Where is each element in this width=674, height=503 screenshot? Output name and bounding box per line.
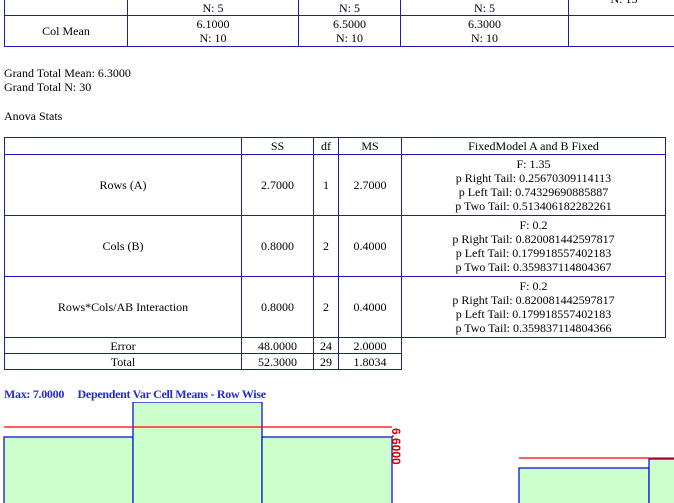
cell-means-table: N: 5 N: 5 N: 5 N: 15 Col Mean 6.1000 N: …	[4, 0, 674, 47]
col-mean-value: 6.1000	[196, 17, 230, 31]
ms-value: 1.8034	[338, 353, 402, 370]
row-label: Rows*Cols/AB Interaction	[4, 276, 242, 338]
bar-1	[3, 436, 134, 503]
df-value: 24	[313, 337, 339, 354]
cell-means-chart: 6.6000	[3, 402, 674, 503]
n-cell: N: 15	[568, 0, 674, 16]
col-mean-row: Col Mean 6.1000 N: 10 6.5000 N: 10 6.300…	[4, 15, 674, 47]
anova-table: SS df MS FixedModel A and B Fixed Rows (…	[4, 137, 666, 370]
reference-value-label: 6.6000	[389, 428, 403, 465]
df-value: 1	[313, 154, 339, 216]
bar-3	[261, 436, 393, 503]
col-mean-label: Col Mean	[4, 15, 128, 47]
ms-header: MS	[338, 137, 402, 155]
col-mean-cell: 6.1000 N: 10	[127, 15, 299, 47]
df-value: 29	[313, 353, 339, 370]
bar-5	[648, 458, 674, 503]
p-two-tail: p Two Tail: 0.359837114804367	[455, 260, 612, 275]
df-value: 2	[313, 215, 339, 277]
row-label: Rows (A)	[4, 154, 242, 216]
n-row: N: 5 N: 5 N: 5 N: 15	[4, 0, 674, 16]
anova-row-interaction: Rows*Cols/AB Interaction 0.8000 2 0.4000…	[4, 276, 666, 338]
p-right-tail: p Right Tail: 0.820081442597817	[452, 231, 615, 246]
ms-value: 0.4000	[338, 215, 402, 277]
row-label: Error	[4, 337, 242, 354]
ms-value: 2.0000	[338, 337, 402, 354]
empty-cell	[402, 354, 666, 370]
model-header: FixedModel A and B Fixed	[401, 137, 666, 155]
col-mean-value: 6.5000	[333, 17, 366, 31]
chart-max-label: Max: 7.0000	[4, 387, 65, 401]
p-left-tail: p Left Tail: 0.179918557402183	[455, 307, 612, 321]
empty-header	[4, 137, 242, 155]
ss-value: 48.0000	[241, 337, 314, 354]
p-values: F: 0.2 p Right Tail: 0.820081442597817 p…	[401, 276, 666, 338]
chart-header: Max: 7.0000 Dependent Var Cell Means - R…	[4, 387, 266, 402]
col-mean-n: N: 10	[199, 31, 227, 45]
anova-header-row: SS df MS FixedModel A and B Fixed	[4, 137, 666, 155]
p-values: F: 0.2 p Right Tail: 0.820081442597817 p…	[401, 215, 666, 277]
row-label: Total	[4, 353, 242, 370]
f-stat: F: 0.2	[519, 278, 548, 293]
col-mean-value: 6.3000	[468, 17, 501, 31]
ms-value: 0.4000	[338, 276, 402, 338]
chart-title: Dependent Var Cell Means - Row Wise	[77, 387, 266, 401]
n-cell: N: 5	[400, 0, 569, 16]
empty-cell	[4, 0, 128, 16]
ss-header: SS	[241, 137, 314, 155]
bars-group	[3, 402, 674, 503]
anova-row-cols: Cols (B) 0.8000 2 0.4000 F: 0.2 p Right …	[4, 215, 666, 277]
ss-value: 52.3000	[241, 353, 314, 370]
p-left-tail: p Left Tail: 0.74329690885887	[458, 185, 609, 199]
f-stat: F: 1.35	[516, 156, 551, 171]
df-value: 2	[313, 276, 339, 338]
anova-row-rows: Rows (A) 2.7000 1 2.7000 F: 1.35 p Right…	[4, 154, 666, 216]
p-right-tail: p Right Tail: 0.820081442597817	[452, 292, 615, 307]
p-left-tail: p Left Tail: 0.179918557402183	[455, 246, 612, 260]
n-cell: N: 5	[298, 0, 401, 16]
empty-cell	[568, 15, 674, 47]
ms-value: 2.7000	[338, 154, 402, 216]
col-mean-n: N: 10	[471, 31, 498, 45]
n-cell: N: 5	[127, 0, 299, 16]
col-mean-n: N: 10	[336, 31, 363, 45]
anova-row-total: Total 52.3000 29 1.8034	[4, 353, 666, 370]
bar-4	[518, 467, 650, 503]
f-stat: F: 0.2	[519, 217, 548, 232]
ss-value: 0.8000	[241, 215, 314, 277]
empty-cell	[402, 338, 666, 354]
anova-heading: Anova Stats	[4, 109, 63, 123]
p-values: F: 1.35 p Right Tail: 0.25670309114113 p…	[401, 154, 666, 216]
col-mean-cell: 6.3000 N: 10	[400, 15, 569, 47]
p-two-tail: p Two Tail: 0.513406182282261	[455, 199, 612, 214]
anova-row-error: Error 48.0000 24 2.0000	[4, 337, 666, 354]
grand-total-mean: Grand Total Mean: 6.3000	[4, 66, 131, 80]
df-header: df	[313, 137, 339, 155]
row-label: Cols (B)	[4, 215, 242, 277]
bar-2	[132, 402, 263, 503]
col-mean-cell: 6.5000 N: 10	[298, 15, 401, 47]
grand-total-n: Grand Total N: 30	[4, 80, 92, 94]
ss-value: 0.8000	[241, 276, 314, 338]
p-two-tail: p Two Tail: 0.359837114804366	[455, 321, 612, 336]
p-right-tail: p Right Tail: 0.25670309114113	[455, 170, 612, 185]
ss-value: 2.7000	[241, 154, 314, 216]
